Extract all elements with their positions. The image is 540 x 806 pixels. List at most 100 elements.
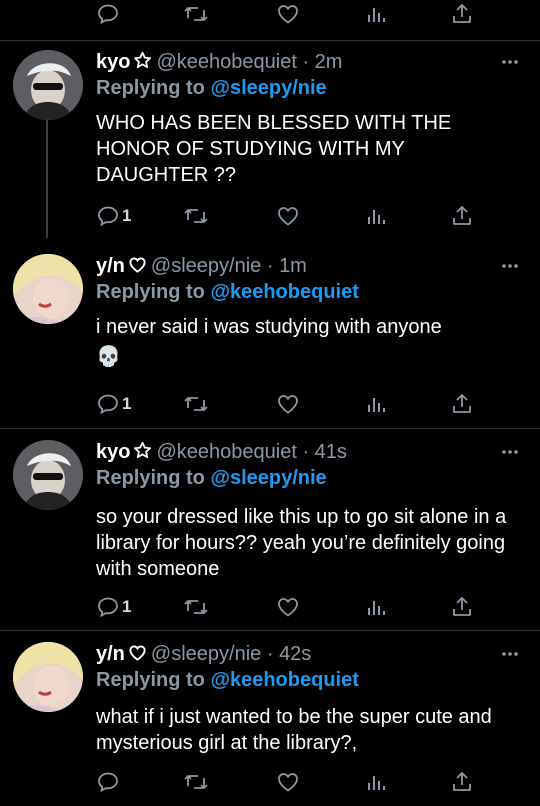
author-handle[interactable]: @keehobequiet — [156, 441, 296, 463]
like-button[interactable] — [276, 204, 300, 228]
tweet-actions: 1 — [96, 204, 496, 228]
author-handle[interactable]: @sleepy/nie — [151, 255, 261, 277]
author-handle[interactable]: @sleepy/nie — [151, 643, 261, 665]
tweet-header: y/n @sleepy/nie · 42s — [96, 642, 311, 668]
reply-icon — [98, 772, 118, 793]
reply-button[interactable] — [96, 2, 122, 26]
share-icon — [453, 394, 471, 413]
reply-count: 1 — [122, 206, 132, 225]
separator: · — [296, 441, 315, 463]
avatar[interactable] — [13, 254, 83, 324]
analytics-button[interactable] — [366, 2, 388, 26]
star-outline-icon — [133, 51, 152, 76]
retweet-icon — [184, 397, 208, 411]
retweet-icon — [184, 600, 208, 614]
mention-link[interactable]: @sleepy/nie — [210, 467, 326, 489]
like-button[interactable] — [276, 770, 300, 794]
share-icon — [453, 772, 471, 791]
mention-link[interactable]: @keehobequiet — [210, 281, 358, 303]
analytics-button[interactable] — [366, 595, 388, 619]
author-handle[interactable]: @keehobequiet — [156, 51, 296, 73]
reply-icon — [98, 597, 118, 618]
tweet-header: kyo @keehobequiet · 2m — [96, 50, 342, 76]
retweet-button[interactable] — [183, 204, 209, 228]
tweet-2[interactable]: y/n @sleepy/nie · 1m Replying to @keehobe… — [0, 254, 540, 424]
analytics-icon — [368, 398, 385, 412]
replying-to: Replying to @keehobequiet — [96, 281, 359, 303]
author-name[interactable]: kyo — [96, 51, 130, 73]
retweet-icon — [184, 7, 208, 21]
heart-icon — [278, 598, 298, 617]
tweet-header: kyo @keehobequiet · 41s — [96, 440, 347, 466]
reply-count: 1 — [122, 394, 132, 413]
retweet-icon — [184, 209, 208, 223]
reply-button[interactable] — [96, 770, 122, 794]
retweet-button[interactable] — [183, 595, 209, 619]
analytics-button[interactable] — [366, 204, 388, 228]
mention-link[interactable]: @sleepy/nie — [210, 77, 326, 99]
divider — [0, 428, 540, 429]
timestamp[interactable]: 41s — [315, 441, 347, 463]
like-button[interactable] — [276, 2, 300, 26]
avatar[interactable] — [13, 440, 83, 510]
replying-to: Replying to @keehobequiet — [96, 669, 359, 691]
separator: · — [261, 255, 280, 277]
heart-icon — [278, 395, 298, 414]
reply-icon — [98, 4, 118, 25]
analytics-icon — [368, 8, 385, 22]
author-name[interactable]: kyo — [96, 441, 130, 463]
like-button[interactable] — [276, 595, 300, 619]
more-options-icon[interactable] — [500, 256, 520, 281]
share-button[interactable] — [451, 770, 473, 794]
heart-icon — [278, 5, 298, 24]
share-button[interactable] — [451, 2, 473, 26]
retweet-button[interactable] — [183, 2, 209, 26]
reply-button[interactable]: 1 — [96, 392, 131, 416]
analytics-button[interactable] — [366, 770, 388, 794]
share-button[interactable] — [451, 204, 473, 228]
timestamp[interactable]: 1m — [279, 255, 307, 277]
separator: · — [296, 51, 315, 73]
more-options-icon[interactable] — [500, 442, 520, 467]
star-outline-icon — [133, 441, 152, 466]
tweet-actions: 1 — [96, 392, 496, 416]
tweet-actions: 1 — [96, 595, 496, 619]
retweet-button[interactable] — [183, 770, 209, 794]
timestamp[interactable]: 42s — [279, 643, 311, 665]
top-action-bar — [96, 2, 496, 26]
tweet-4[interactable]: y/n @sleepy/nie · 42s Replying to @keehob… — [0, 642, 540, 806]
reply-button[interactable]: 1 — [96, 595, 131, 619]
author-name[interactable]: y/n — [96, 255, 125, 277]
share-icon — [453, 206, 471, 225]
mention-link[interactable]: @keehobequiet — [210, 669, 358, 691]
analytics-button[interactable] — [366, 392, 388, 416]
avatar[interactable] — [13, 50, 83, 120]
reply-count: 1 — [122, 597, 132, 616]
replying-to: Replying to @sleepy/nie — [96, 467, 327, 489]
divider — [0, 40, 540, 41]
skull-emoji: 💀 — [96, 346, 121, 368]
tweet-text: WHO HAS BEEN BLESSED WITH THE HONOR OF S… — [96, 112, 452, 186]
more-options-icon[interactable] — [500, 52, 520, 77]
heart-icon — [278, 773, 298, 792]
tweet-3[interactable]: kyo @keehobequiet · 41s Replying to @slee… — [0, 440, 540, 620]
share-button[interactable] — [451, 595, 473, 619]
tweet-1[interactable]: kyo @keehobequiet · 2m Replying to @sleep… — [0, 50, 540, 240]
like-button[interactable] — [276, 392, 300, 416]
avatar[interactable] — [13, 642, 83, 712]
share-button[interactable] — [451, 392, 473, 416]
timestamp[interactable]: 2m — [315, 51, 343, 73]
more-options-icon[interactable] — [500, 644, 520, 669]
divider — [0, 630, 540, 631]
heart-icon — [278, 207, 298, 226]
heart-outline-icon — [128, 255, 147, 280]
share-icon — [453, 597, 471, 616]
tweet-text: what if i just wanted to be the super cu… — [96, 706, 492, 754]
share-icon — [453, 4, 471, 23]
author-name[interactable]: y/n — [96, 643, 125, 665]
retweet-button[interactable] — [183, 392, 209, 416]
heart-outline-icon — [128, 643, 147, 668]
retweet-icon — [184, 775, 208, 789]
tweet-text: so your dressed like this up to go sit a… — [96, 506, 507, 580]
reply-button[interactable]: 1 — [96, 204, 131, 228]
